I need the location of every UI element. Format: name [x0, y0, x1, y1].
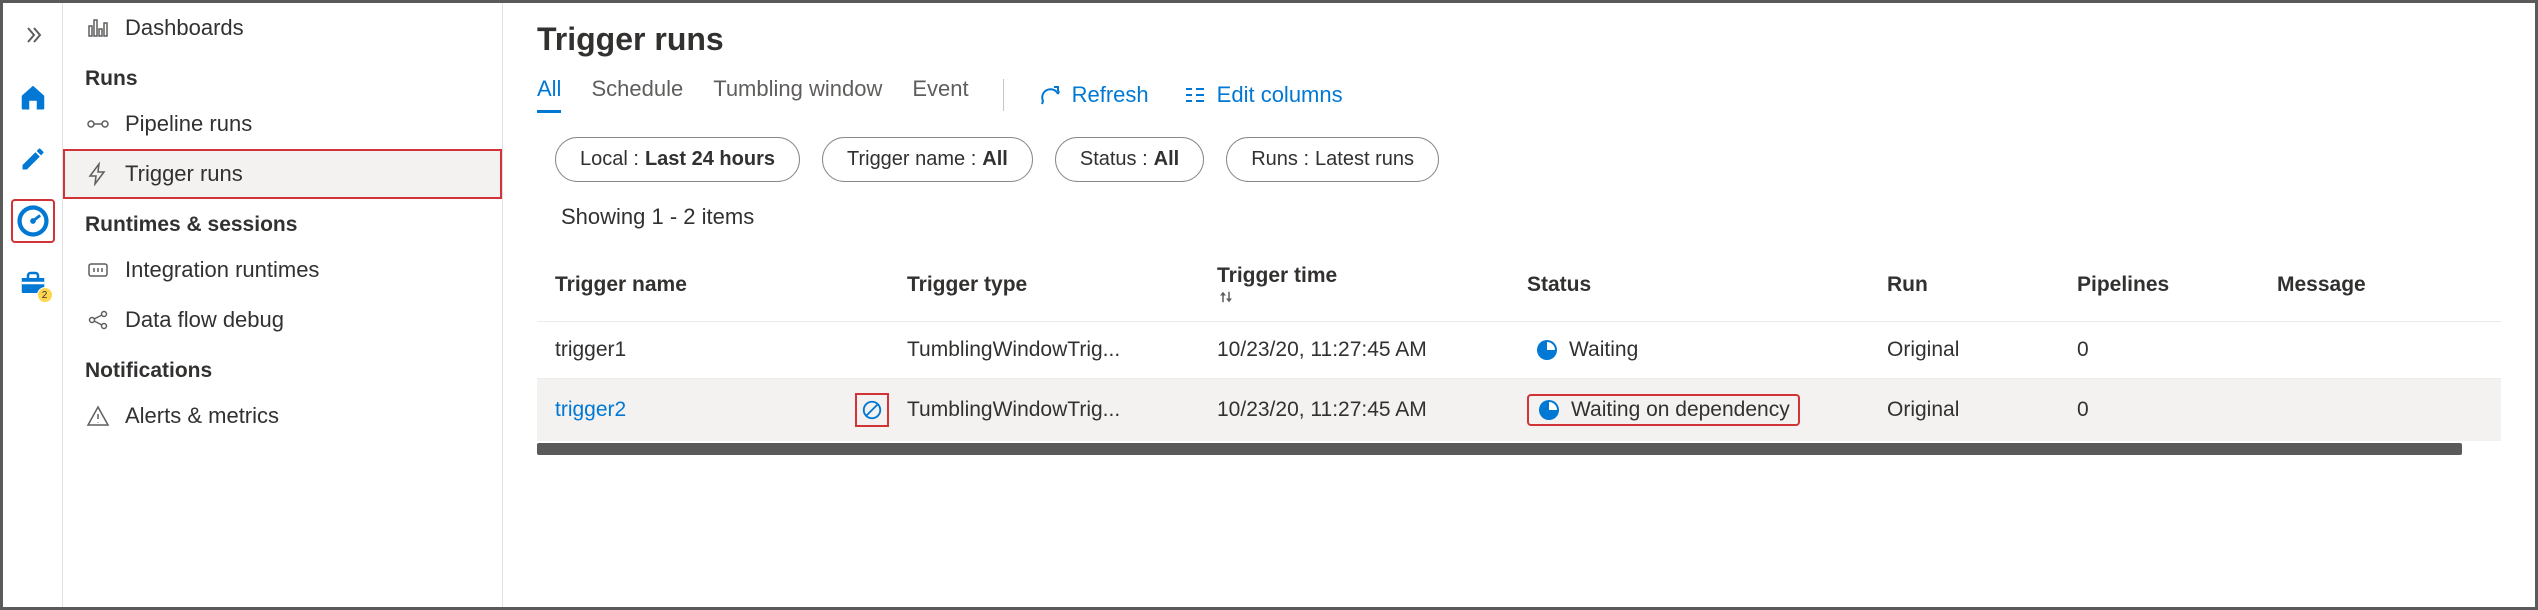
rail-monitor-button[interactable] [11, 199, 55, 243]
col-header-type[interactable]: Trigger type [907, 273, 1217, 297]
integration-icon [85, 258, 111, 282]
clock-icon [1535, 338, 1559, 362]
pencil-icon [19, 145, 47, 173]
run-cell: Original [1887, 338, 2077, 362]
trigger-name-cell[interactable]: trigger2 [555, 398, 626, 422]
filter-status[interactable]: Status : All [1055, 137, 1204, 182]
trigger-icon [85, 162, 111, 186]
sidebar-label: Alerts & metrics [125, 403, 279, 429]
tab-all[interactable]: All [537, 76, 561, 113]
trigger-time-cell: 10/23/20, 11:27:45 AM [1217, 398, 1527, 422]
table-row[interactable]: trigger1 TumblingWindowTrig... 10/23/20,… [537, 321, 2501, 378]
collapse-rail-button[interactable] [12, 13, 56, 57]
trigger-name-cell: trigger1 [555, 338, 626, 362]
edit-columns-label: Edit columns [1217, 82, 1343, 108]
sidebar-item-integration-runtimes[interactable]: Integration runtimes [63, 245, 502, 295]
table-row[interactable]: trigger2 TumblingWindowTrig... 10/23/20,… [537, 378, 2501, 441]
sidebar-item-dashboards[interactable]: Dashboards [63, 3, 502, 53]
run-cell: Original [1887, 398, 2077, 422]
filter-trigger-name[interactable]: Trigger name : All [822, 137, 1033, 182]
filter-local[interactable]: Local : Last 24 hours [555, 137, 800, 182]
sidebar-label: Dashboards [125, 15, 244, 41]
pipeline-icon [85, 112, 111, 136]
clock-icon [1537, 398, 1561, 422]
sidebar-label: Pipeline runs [125, 111, 252, 137]
sidebar-heading-notifications: Notifications [63, 345, 502, 391]
tab-tumbling-window[interactable]: Tumbling window [713, 76, 882, 113]
home-icon [18, 82, 48, 112]
filter-runs[interactable]: Runs : Latest runs [1226, 137, 1439, 182]
col-header-pipelines[interactable]: Pipelines [2077, 273, 2277, 297]
page-title: Trigger runs [537, 21, 2501, 58]
horizontal-scrollbar[interactable] [537, 443, 2462, 455]
trigger-runs-table: Trigger name Trigger type Trigger time S… [537, 250, 2501, 441]
debug-icon [85, 308, 111, 332]
refresh-icon [1038, 83, 1062, 107]
rail-author-button[interactable] [11, 137, 55, 181]
refresh-button[interactable]: Refresh [1038, 82, 1149, 108]
toolbox-badge: 2 [37, 287, 53, 303]
result-count: Showing 1 - 2 items [561, 204, 2501, 230]
sidebar-item-trigger-runs[interactable]: Trigger runs [63, 149, 502, 199]
tab-schedule[interactable]: Schedule [591, 76, 683, 113]
trigger-type-cell: TumblingWindowTrig... [907, 398, 1217, 422]
sidebar-label: Data flow debug [125, 307, 284, 333]
table-header-row: Trigger name Trigger type Trigger time S… [537, 250, 2501, 321]
columns-icon [1183, 83, 1207, 107]
trigger-type-cell: TumblingWindowTrig... [907, 338, 1217, 362]
rail-home-button[interactable] [11, 75, 55, 119]
cancel-trigger-button[interactable] [855, 393, 889, 427]
sidebar-heading-runs: Runs [63, 53, 502, 99]
sidebar-item-pipeline-runs[interactable]: Pipeline runs [63, 99, 502, 149]
col-header-name[interactable]: Trigger name [547, 273, 907, 297]
tab-event[interactable]: Event [912, 76, 968, 113]
sidebar-item-alerts-metrics[interactable]: Alerts & metrics [63, 391, 502, 441]
dashboards-icon [85, 16, 111, 40]
sidebar-label: Trigger runs [125, 161, 243, 187]
divider [1003, 79, 1004, 111]
refresh-label: Refresh [1072, 82, 1149, 108]
sidebar-heading-runtimes: Runtimes & sessions [63, 199, 502, 245]
col-header-message[interactable]: Message [2277, 273, 2491, 297]
gauge-icon [16, 204, 50, 238]
cancel-icon [861, 399, 883, 421]
col-header-run[interactable]: Run [1887, 273, 2077, 297]
col-header-status[interactable]: Status [1527, 273, 1887, 297]
col-header-time[interactable]: Trigger time [1217, 264, 1527, 306]
pipelines-cell: 0 [2077, 338, 2277, 362]
sidebar-item-data-flow-debug[interactable]: Data flow debug [63, 295, 502, 345]
sort-icon [1217, 288, 1527, 306]
chevron-double-right-icon [24, 25, 44, 45]
sidebar-label: Integration runtimes [125, 257, 319, 283]
alert-icon [85, 404, 111, 428]
trigger-time-cell: 10/23/20, 11:27:45 AM [1217, 338, 1527, 362]
edit-columns-button[interactable]: Edit columns [1183, 82, 1343, 108]
rail-toolbox-button[interactable]: 2 [11, 261, 55, 305]
status-cell: Waiting on dependency [1571, 398, 1790, 422]
status-cell: Waiting [1569, 338, 1638, 362]
pipelines-cell: 0 [2077, 398, 2277, 422]
